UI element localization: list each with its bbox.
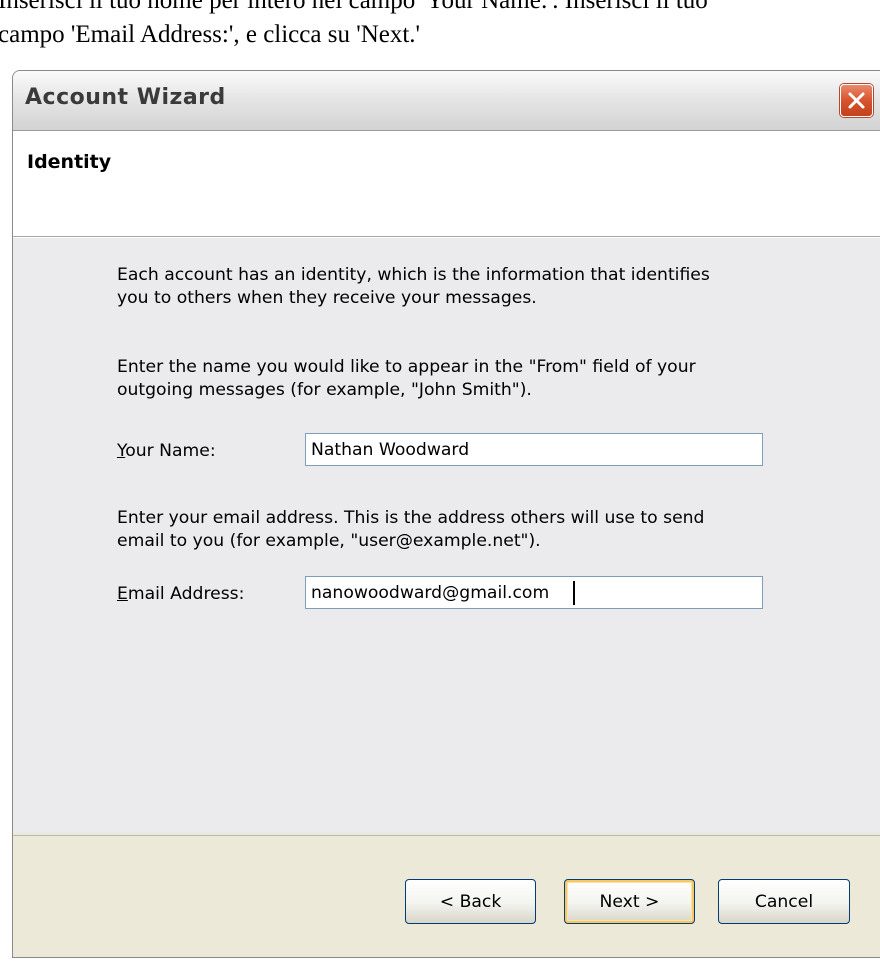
title-bar[interactable]: Account Wizard bbox=[13, 71, 880, 131]
text-caret bbox=[573, 581, 575, 605]
email-address-label: Email Address: bbox=[117, 584, 244, 604]
intro-text: Each account has an identity, which is t… bbox=[117, 264, 797, 310]
name-help-text: Enter the name you would like to appear … bbox=[117, 356, 797, 402]
email-help-line: email to you (for example, "user@example… bbox=[117, 531, 541, 551]
wizard-footer: < Back Next > Cancel bbox=[13, 835, 880, 957]
window-title: Account Wizard bbox=[25, 85, 226, 110]
account-wizard-window: Account Wizard Identity Each account has… bbox=[12, 70, 880, 958]
intro-text-line: you to others when they receive your mes… bbox=[117, 288, 537, 308]
email-address-label-text: mail Address: bbox=[127, 584, 245, 604]
instruction-line-1: Inserisci il tuo nome per intero nel cam… bbox=[0, 0, 708, 14]
name-help-line: Enter the name you would like to appear … bbox=[117, 357, 696, 377]
close-icon bbox=[848, 92, 865, 109]
next-button[interactable]: Next > bbox=[564, 879, 695, 924]
instruction-line-2: campo 'Email Address:', e clicca su 'Nex… bbox=[0, 21, 421, 48]
email-address-input[interactable] bbox=[305, 576, 763, 609]
close-button[interactable] bbox=[840, 84, 873, 117]
wizard-header: Identity bbox=[13, 131, 880, 237]
name-help-line: outgoing messages (for example, "John Sm… bbox=[117, 380, 532, 400]
back-button[interactable]: < Back bbox=[405, 879, 536, 924]
email-help-text: Enter your email address. This is the ad… bbox=[117, 507, 797, 553]
email-address-accelerator: E bbox=[117, 584, 128, 604]
your-name-input[interactable] bbox=[305, 433, 763, 466]
your-name-label: Your Name: bbox=[117, 441, 216, 461]
your-name-accelerator: Y bbox=[117, 441, 126, 461]
page-title: Identity bbox=[27, 151, 112, 173]
instruction-caption: Inserisci il tuo nome per intero nel cam… bbox=[0, 0, 880, 52]
your-name-label-text: our Name: bbox=[125, 441, 216, 461]
intro-text-line: Each account has an identity, which is t… bbox=[117, 265, 710, 285]
email-help-line: Enter your email address. This is the ad… bbox=[117, 508, 705, 528]
wizard-content: Each account has an identity, which is t… bbox=[13, 237, 880, 833]
cancel-button[interactable]: Cancel bbox=[718, 879, 850, 924]
